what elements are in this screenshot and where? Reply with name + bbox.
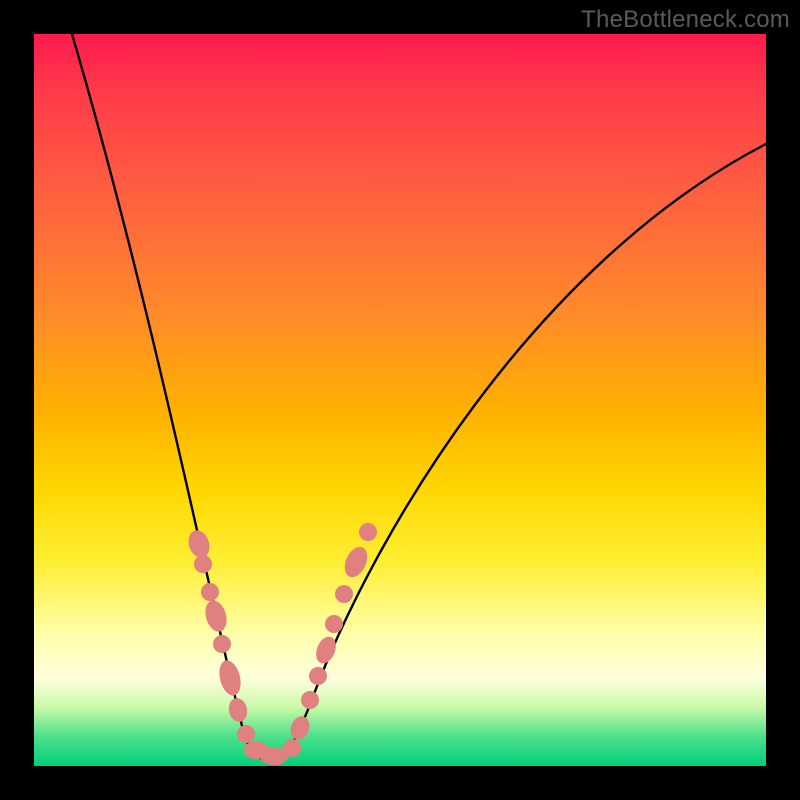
data-point (201, 583, 219, 601)
data-point (335, 585, 353, 603)
right-curve (270, 144, 766, 760)
data-point (227, 696, 250, 723)
data-point (312, 634, 339, 667)
data-point (287, 714, 312, 743)
plot-area (34, 34, 766, 766)
data-point (325, 615, 343, 633)
watermark-text: TheBottleneck.com (581, 6, 790, 34)
data-point (216, 658, 244, 698)
data-point (213, 635, 231, 653)
data-point (237, 725, 255, 743)
data-point (202, 598, 230, 634)
data-point (185, 528, 213, 561)
data-points-group (185, 523, 377, 765)
data-point (359, 523, 377, 541)
data-point (301, 691, 319, 709)
data-point (194, 555, 212, 573)
left-curve (72, 34, 270, 760)
data-point (309, 667, 327, 685)
chart-svg (34, 34, 766, 766)
chart-frame: TheBottleneck.com (0, 0, 800, 800)
data-point (283, 739, 301, 757)
